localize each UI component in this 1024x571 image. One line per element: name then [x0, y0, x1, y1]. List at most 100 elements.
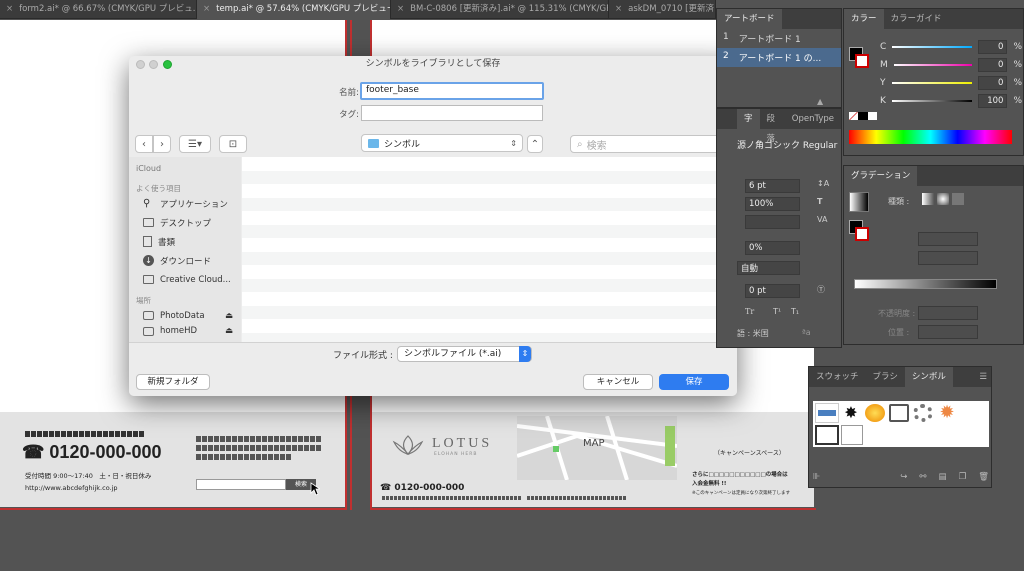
close-icon[interactable]: ×	[397, 0, 404, 19]
tab-color[interactable]: カラー	[844, 9, 884, 29]
format-popup[interactable]: シンボルファイル (*.ai) ⇕	[397, 346, 532, 362]
tab-character[interactable]: 字	[737, 109, 760, 129]
file-list[interactable]	[242, 157, 737, 346]
panel-menu-icon[interactable]: ☰	[979, 372, 987, 382]
search-input[interactable]: ⌕ 検索	[570, 135, 730, 153]
view-options-button[interactable]: ☰▾	[179, 135, 211, 153]
trash-icon[interactable]: 🗑	[978, 472, 989, 482]
gradient-preview[interactable]	[849, 192, 869, 212]
sidebar-item-creative-cloud[interactable]: Creative Cloud...	[129, 270, 241, 289]
symbol-options-icon[interactable]: ▤	[939, 472, 947, 482]
sidebar-item-documents[interactable]: 書類	[129, 232, 241, 251]
symbol-thumb-footer-right[interactable]	[841, 425, 863, 445]
close-icon[interactable]: ×	[615, 0, 622, 19]
all-caps-icon[interactable]: Tr	[745, 307, 754, 316]
tab-opentype[interactable]: OpenType	[785, 109, 841, 129]
gradient-stroke-swatch[interactable]	[855, 227, 869, 241]
bleed-guide	[0, 508, 347, 510]
move-up-icon[interactable]: ▲	[817, 97, 823, 106]
tab-color-guide[interactable]: カラーガイド	[884, 9, 949, 29]
sidebar-item-desktop[interactable]: デスクトップ	[129, 213, 241, 232]
font-size-field[interactable]: 6 pt	[745, 179, 800, 193]
location-field[interactable]	[918, 325, 978, 339]
name-field[interactable]: footer_base	[360, 82, 544, 100]
superscript-icon[interactable]: T¹	[773, 307, 781, 316]
slider-k[interactable]: K 100%	[880, 92, 1022, 110]
subscript-icon[interactable]: T₁	[791, 307, 799, 316]
back-button[interactable]: ‹	[135, 135, 153, 153]
zoom-window-button[interactable]	[163, 60, 172, 69]
baseline-shift-field[interactable]: 0 pt	[745, 284, 800, 298]
symbol-thumb-2[interactable]: ✸	[841, 403, 861, 423]
tab-artboards[interactable]: アートボード	[717, 9, 782, 29]
save-button[interactable]: 保存	[659, 374, 729, 390]
close-icon[interactable]: ×	[6, 0, 13, 19]
close-window-button[interactable]	[136, 60, 145, 69]
slider-c[interactable]: C 0%	[880, 38, 1022, 56]
brand-name: LOTUS	[432, 436, 493, 451]
eject-icon[interactable]: ⏏	[225, 311, 233, 321]
symbol-library-icon[interactable]: ⊪	[813, 472, 820, 482]
cmyk-sliders: C 0% M 0% Y 0% K 100%	[880, 38, 1022, 110]
color-spectrum[interactable]	[849, 130, 1012, 144]
tab-paragraph[interactable]: 段落	[760, 109, 785, 144]
symbol-thumb-6[interactable]: ✹	[937, 403, 957, 423]
sidebar-item-homehd[interactable]: homeHD ⏏	[129, 325, 241, 337]
quick-swatches[interactable]	[849, 112, 877, 120]
doc-tab-temp[interactable]: × temp.ai* @ 57.64% (CMYK/GPU プレビュー)	[197, 0, 391, 19]
symbol-thumb-footer-left[interactable]	[815, 425, 839, 445]
slider-m[interactable]: M 0%	[880, 56, 1022, 74]
font-family-field[interactable]: 源ノ角ゴシック Regular	[737, 138, 837, 151]
sidebar-item-photodata[interactable]: PhotoData ⏏	[129, 306, 241, 325]
doc-tab-askdm[interactable]: × askDM_0710 [更新済	[609, 0, 716, 19]
gradient-aspect-field[interactable]	[918, 251, 978, 265]
sidebar-item-applications[interactable]: ⚲ アプリケーション	[129, 194, 241, 213]
language-field[interactable]: 語 : 米国	[737, 328, 769, 339]
forward-button[interactable]: ›	[153, 135, 171, 153]
location-popup[interactable]: シンボル ⇕	[361, 134, 523, 152]
kerning-field[interactable]	[745, 215, 800, 229]
placeholder-text	[527, 496, 627, 500]
symbols-grid[interactable]: ✸ ✹	[813, 401, 989, 447]
tab-brushes[interactable]: ブラシ	[866, 367, 905, 387]
doc-tab-form2[interactable]: × form2.ai* @ 66.67% (CMYK/GPU プレビュ...	[0, 0, 197, 19]
new-symbol-icon[interactable]: ❐	[959, 472, 967, 482]
slider-y[interactable]: Y 0%	[880, 74, 1022, 92]
gradient-slider[interactable]	[854, 279, 997, 289]
gradient-type-buttons[interactable]	[922, 193, 964, 205]
tab-symbols[interactable]: シンボル	[904, 367, 953, 387]
auto-field[interactable]: 自動	[737, 261, 800, 275]
tag-field[interactable]	[361, 105, 543, 121]
minimize-window-button[interactable]	[149, 60, 158, 69]
symbol-thumb-1[interactable]	[815, 403, 839, 423]
new-folder-button[interactable]: 新規フォルダ	[136, 374, 210, 390]
expand-dialog-button[interactable]: ⌃	[527, 135, 543, 153]
doc-tab-bm[interactable]: × BM-C-0806 [更新済み].ai* @ 115.31% (CMYK/GP…	[391, 0, 609, 19]
tsume-field[interactable]: 0%	[745, 241, 800, 255]
gradient-angle-field[interactable]	[918, 232, 978, 246]
vertical-scale-field[interactable]: 100%	[745, 197, 800, 211]
symbols-panel: スウォッチ ブラシ シンボル ☰ ✸ ✹ ⊪ ↪ ⚯ ▤ ❐ 🗑	[808, 366, 992, 488]
symbol-thumb-3[interactable]	[865, 404, 885, 422]
stroke-swatch[interactable]	[855, 54, 869, 68]
opacity-field[interactable]	[918, 306, 978, 320]
tab-gradient[interactable]: グラデーション	[844, 166, 918, 186]
place-symbol-icon[interactable]: ↪	[900, 472, 907, 482]
new-folder-icon-button[interactable]: ⊡	[219, 135, 247, 153]
footer-design-right[interactable]: LOTUS ELOHAN HERB MAP （キャンペーンスペース） さらに□□…	[372, 412, 814, 507]
hours-text: 受付時間 9:00〜17:40 土・日・祝日休み	[25, 472, 152, 480]
sidebar-item-downloads[interactable]: ↓ ダウンロード	[129, 251, 241, 270]
close-icon[interactable]: ×	[203, 0, 210, 19]
eject-icon[interactable]: ⏏	[225, 326, 233, 336]
phone-number-small: ☎ 0120-000-000	[380, 483, 465, 493]
symbol-thumb-4[interactable]	[889, 404, 909, 422]
artboard-row-2[interactable]: 2 アートボード 1 の...	[717, 48, 841, 67]
map-label: MAP	[583, 438, 605, 449]
tab-swatches[interactable]: スウォッチ	[809, 367, 866, 387]
symbol-thumb-5[interactable]	[913, 404, 933, 422]
cancel-button[interactable]: キャンセル	[583, 374, 653, 390]
footer-design-left[interactable]: ☎ 0120-000-000 受付時間 9:00〜17:40 土・日・祝日休み …	[0, 412, 345, 507]
artboard-row-1[interactable]: 1 アートボード 1	[717, 29, 841, 48]
placeholder-text	[196, 436, 322, 442]
break-link-icon[interactable]: ⚯	[919, 472, 926, 482]
